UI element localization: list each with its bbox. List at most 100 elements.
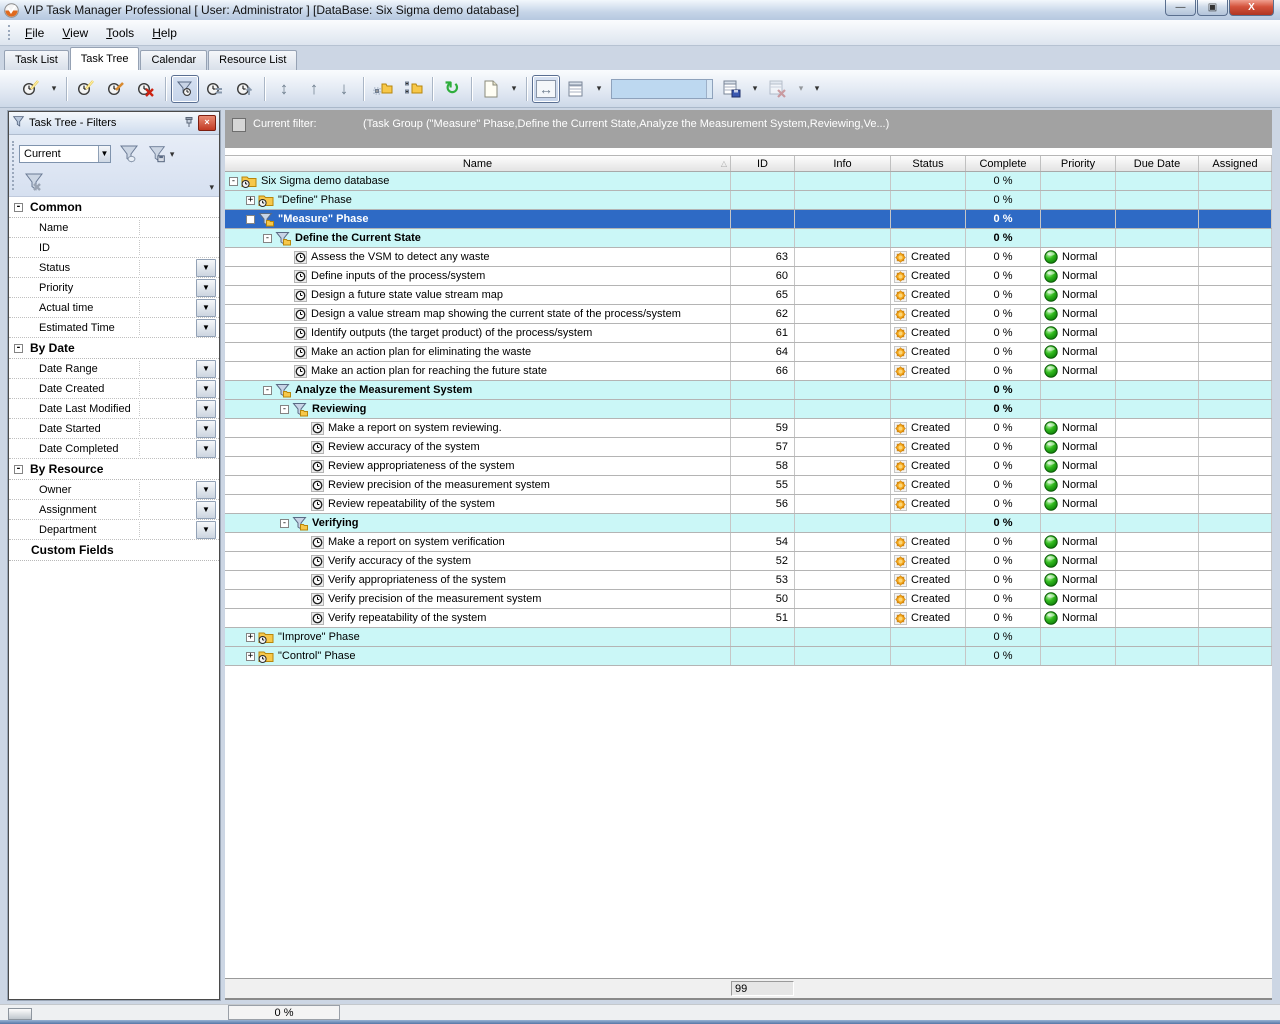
- filter-tasks-button[interactable]: [171, 75, 199, 103]
- tab-task-tree[interactable]: Task Tree: [70, 47, 140, 70]
- table-row[interactable]: Make a report on system reviewing.59Crea…: [225, 419, 1272, 438]
- column-header-id[interactable]: ID: [731, 156, 795, 171]
- filter-section-common[interactable]: -Common: [9, 197, 219, 218]
- column-header-due-date[interactable]: Due Date: [1116, 156, 1199, 171]
- chevron-down-icon[interactable]: ▼: [196, 501, 216, 519]
- grid-layout-dropdown[interactable]: ▾: [592, 75, 606, 103]
- add-task-button[interactable]: [72, 75, 100, 103]
- task-notes-button[interactable]: [201, 75, 229, 103]
- chevron-down-icon[interactable]: ▼: [196, 481, 216, 499]
- filter-enabled-checkbox[interactable]: [232, 118, 246, 132]
- chevron-down-icon[interactable]: ▼: [196, 420, 216, 438]
- close-button[interactable]: X: [1229, 0, 1274, 16]
- move-down-button[interactable]: ↓: [330, 75, 358, 103]
- tab-resource-list[interactable]: Resource List: [208, 50, 297, 70]
- expand-icon[interactable]: +: [246, 196, 255, 205]
- new-task-dropdown[interactable]: ▾: [47, 75, 61, 103]
- chevron-down-icon[interactable]: ▼: [196, 521, 216, 539]
- table-row[interactable]: -Define the Current State0 %: [225, 229, 1272, 248]
- status-bar-widget[interactable]: [8, 1008, 32, 1020]
- collapse-icon[interactable]: -: [14, 465, 23, 474]
- table-row[interactable]: Make an action plan for eliminating the …: [225, 343, 1272, 362]
- delete-layout-button[interactable]: [764, 75, 792, 103]
- column-header-name[interactable]: Name△: [225, 156, 731, 171]
- chevron-down-icon[interactable]: ▼: [196, 299, 216, 317]
- filter-section-by-date[interactable]: -By Date: [9, 338, 219, 359]
- menu-item-tools[interactable]: Tools: [97, 23, 143, 43]
- filter-section-by-resource[interactable]: -By Resource: [9, 459, 219, 480]
- collapse-icon[interactable]: -: [280, 405, 289, 414]
- export-dropdown[interactable]: ▾: [507, 75, 521, 103]
- table-row[interactable]: -Reviewing0 %: [225, 400, 1272, 419]
- table-row[interactable]: Review accuracy of the system57Created0 …: [225, 438, 1272, 457]
- pin-icon[interactable]: [183, 116, 195, 131]
- table-row[interactable]: Make an action plan for reaching the fut…: [225, 362, 1272, 381]
- collapse-icon[interactable]: -: [14, 203, 23, 212]
- chevron-down-icon[interactable]: ▾: [209, 182, 214, 193]
- refresh-button[interactable]: ↻: [438, 75, 466, 103]
- expand-all-button[interactable]: [399, 75, 427, 103]
- table-row[interactable]: Define inputs of the process/system60Cre…: [225, 267, 1272, 286]
- table-row[interactable]: +"Define" Phase0 %: [225, 191, 1272, 210]
- collapse-icon[interactable]: -: [246, 215, 255, 224]
- task-history-button[interactable]: [231, 75, 259, 103]
- column-header-assigned[interactable]: Assigned: [1199, 156, 1272, 171]
- collapse-icon[interactable]: -: [263, 386, 272, 395]
- table-row[interactable]: Design a future state value stream map65…: [225, 286, 1272, 305]
- menu-item-file[interactable]: File: [16, 23, 53, 43]
- toolbar-overflow[interactable]: ▾: [810, 75, 824, 103]
- chevron-down-icon[interactable]: ▼: [196, 279, 216, 297]
- chevron-down-icon[interactable]: ▼: [98, 146, 110, 162]
- chevron-down-icon[interactable]: ▼: [196, 440, 216, 458]
- table-row[interactable]: Make a report on system verification54Cr…: [225, 533, 1272, 552]
- filter-preset-combobox[interactable]: Current ▼: [19, 145, 111, 163]
- table-row[interactable]: -Verifying0 %: [225, 514, 1272, 533]
- collapse-icon[interactable]: -: [14, 344, 23, 353]
- close-icon[interactable]: ×: [198, 115, 216, 131]
- expand-icon[interactable]: +: [246, 652, 255, 661]
- fit-columns-button[interactable]: ↔: [532, 75, 560, 103]
- minimize-button[interactable]: —: [1165, 0, 1196, 16]
- table-row[interactable]: -"Measure" Phase0 %: [225, 210, 1272, 229]
- save-layout-dropdown[interactable]: ▾: [748, 75, 762, 103]
- table-row[interactable]: Design a value stream map showing the cu…: [225, 305, 1272, 324]
- delete-task-button[interactable]: [132, 75, 160, 103]
- table-row[interactable]: +"Control" Phase0 %: [225, 647, 1272, 666]
- clear-filter-button[interactable]: [19, 169, 49, 195]
- collapse-icon[interactable]: -: [280, 519, 289, 528]
- table-row[interactable]: Verify appropriateness of the system53Cr…: [225, 571, 1272, 590]
- tab-calendar[interactable]: Calendar: [140, 50, 207, 70]
- expand-icon[interactable]: +: [246, 633, 255, 642]
- chevron-down-icon[interactable]: ▼: [196, 319, 216, 337]
- delete-layout-dropdown[interactable]: ▾: [794, 75, 808, 103]
- menu-item-view[interactable]: View: [53, 23, 97, 43]
- collapse-icon[interactable]: -: [229, 177, 238, 186]
- collapse-all-button[interactable]: [369, 75, 397, 103]
- chevron-down-icon[interactable]: ▼: [196, 400, 216, 418]
- table-row[interactable]: -Six Sigma demo database0 %: [225, 172, 1272, 191]
- table-row[interactable]: Assess the VSM to detect any waste63Crea…: [225, 248, 1272, 267]
- chevron-down-icon[interactable]: ▾: [167, 149, 177, 160]
- move-up-button[interactable]: ↑: [300, 75, 328, 103]
- custom-fields-header[interactable]: Custom Fields: [9, 540, 219, 561]
- table-row[interactable]: Identify outputs (the target product) of…: [225, 324, 1272, 343]
- table-row[interactable]: -Analyze the Measurement System0 %: [225, 381, 1272, 400]
- grid-layout-button[interactable]: [562, 75, 590, 103]
- table-row[interactable]: Verify repeatability of the system51Crea…: [225, 609, 1272, 628]
- apply-filter-button[interactable]: [114, 141, 144, 167]
- table-row[interactable]: +"Improve" Phase0 %: [225, 628, 1272, 647]
- chevron-down-icon[interactable]: ▼: [196, 380, 216, 398]
- new-task-button[interactable]: [17, 75, 45, 103]
- column-header-info[interactable]: Info: [795, 156, 891, 171]
- table-row[interactable]: Review appropriateness of the system58Cr…: [225, 457, 1272, 476]
- report-combobox[interactable]: [611, 79, 713, 99]
- table-row[interactable]: Review repeatability of the system56Crea…: [225, 495, 1272, 514]
- collapse-icon[interactable]: -: [263, 234, 272, 243]
- chevron-down-icon[interactable]: ▼: [196, 259, 216, 277]
- menu-item-help[interactable]: Help: [143, 23, 186, 43]
- save-layout-button[interactable]: [718, 75, 746, 103]
- table-row[interactable]: Verify precision of the measurement syst…: [225, 590, 1272, 609]
- tab-task-list[interactable]: Task List: [4, 50, 69, 70]
- move-task-button[interactable]: ↕: [270, 75, 298, 103]
- restore-button[interactable]: ▣: [1197, 0, 1228, 16]
